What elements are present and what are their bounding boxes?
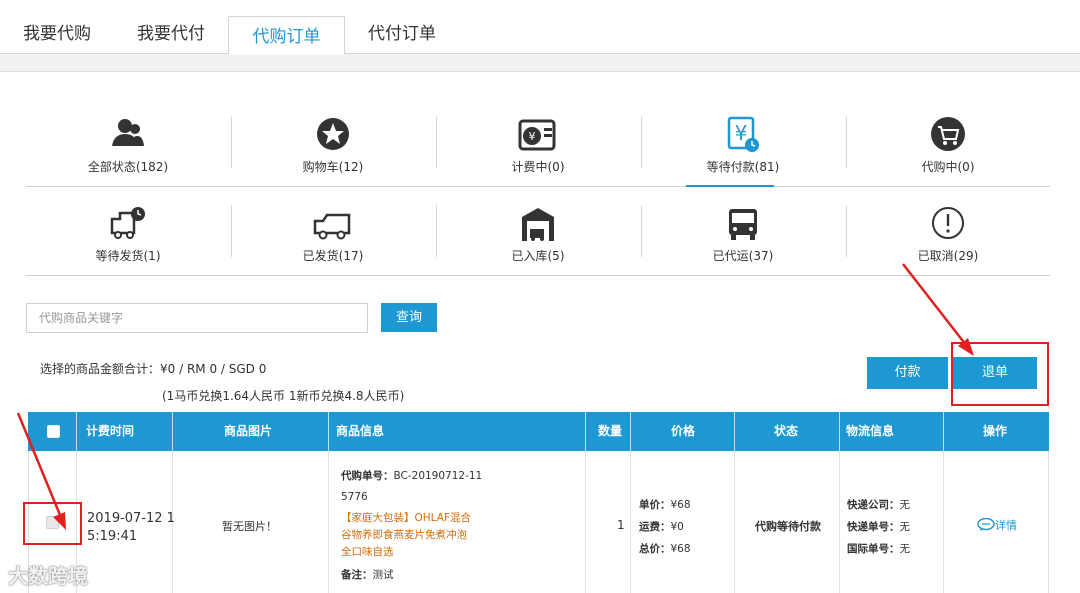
watermark: 大数跨境 (8, 564, 88, 588)
annotation-arrows (16, 263, 974, 530)
